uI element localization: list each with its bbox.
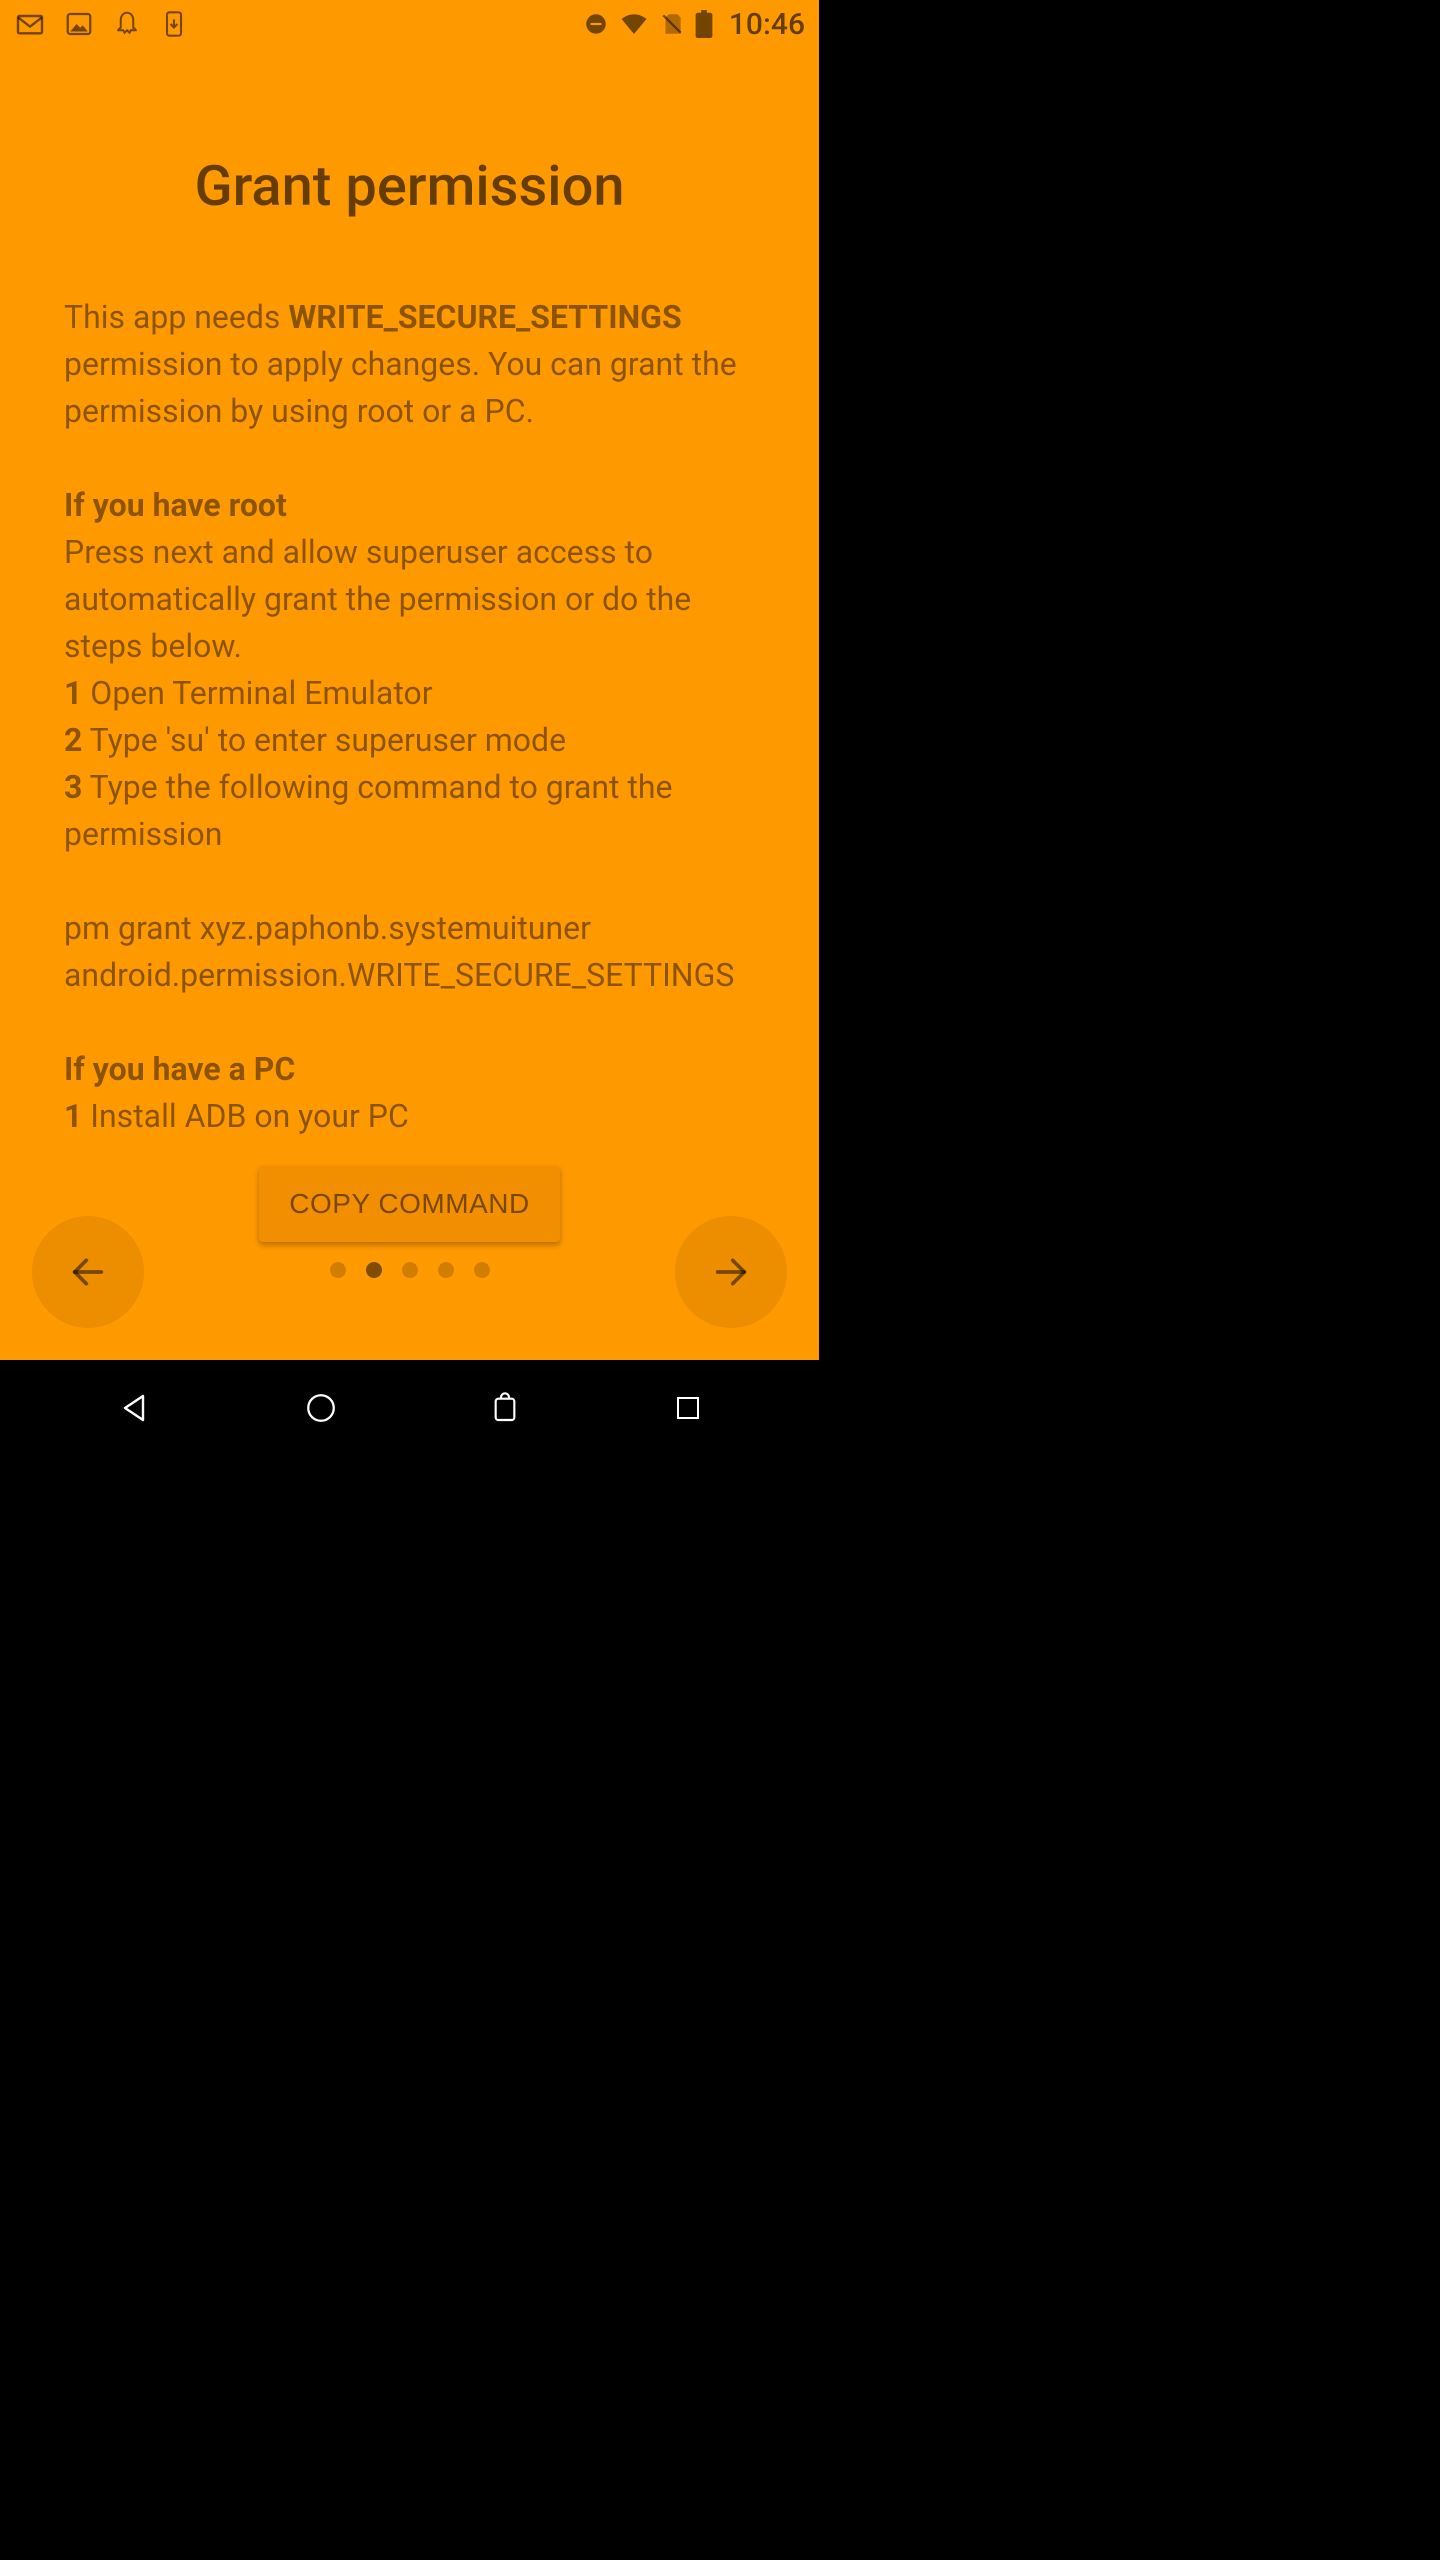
pc-step1-text: Install ADB on your PC [82, 1097, 408, 1135]
nav-recents-icon[interactable] [673, 1393, 703, 1423]
status-bar: 10:46 [0, 0, 819, 48]
pager-dot-1[interactable] [366, 1262, 382, 1278]
root-heading: If you have root [64, 482, 755, 529]
arrow-right-icon [711, 1252, 751, 1292]
download-icon [160, 10, 188, 38]
nav-back-icon[interactable] [116, 1390, 152, 1426]
content-area: Grant permission This app needs WRITE_SE… [0, 48, 819, 1360]
dnd-icon [583, 11, 609, 37]
pager-dots [330, 1262, 490, 1278]
pc-heading: If you have a PC [64, 1046, 755, 1093]
photos-icon [64, 9, 94, 39]
next-button[interactable] [675, 1216, 787, 1328]
no-sim-icon [659, 11, 685, 37]
pager-dot-0[interactable] [330, 1262, 346, 1278]
command-text: pm grant xyz.paphonb.systemuituner andro… [64, 905, 755, 999]
root-step1-num: 1 [64, 674, 82, 712]
arrow-left-icon [68, 1252, 108, 1292]
pager-dot-2[interactable] [402, 1262, 418, 1278]
root-step3-text: Type the following command to grant the … [64, 768, 673, 853]
android-navbar [0, 1360, 819, 1456]
nav-home-icon[interactable] [304, 1391, 338, 1425]
root-step2-num: 2 [64, 721, 82, 759]
nav-clipboard-icon[interactable] [489, 1390, 521, 1426]
root-step2-text: Type 'su' to enter superuser mode [82, 721, 566, 759]
pager-dot-3[interactable] [438, 1262, 454, 1278]
copy-command-button[interactable]: COPY COMMAND [259, 1166, 559, 1242]
pager-dot-4[interactable] [474, 1262, 490, 1278]
page-title: Grant permission [64, 153, 755, 219]
root-step3-num: 3 [64, 768, 82, 806]
pc-step1-num: 1 [64, 1097, 82, 1135]
gmail-icon [14, 8, 46, 40]
back-button[interactable] [32, 1216, 144, 1328]
battery-icon [695, 10, 713, 38]
ghost-icon [112, 9, 142, 39]
body-text: This app needs WRITE_SECURE_SETTINGS per… [64, 294, 755, 1140]
intro-permission-name: WRITE_SECURE_SETTINGS [288, 298, 681, 336]
status-clock: 10:46 [729, 7, 805, 42]
root-description: Press next and allow superuser access to… [64, 529, 755, 670]
root-step1-text: Open Terminal Emulator [82, 674, 432, 712]
wifi-icon [619, 9, 649, 39]
intro-suffix: permission to apply changes. You can gra… [64, 345, 737, 430]
intro-prefix: This app needs [64, 298, 288, 336]
